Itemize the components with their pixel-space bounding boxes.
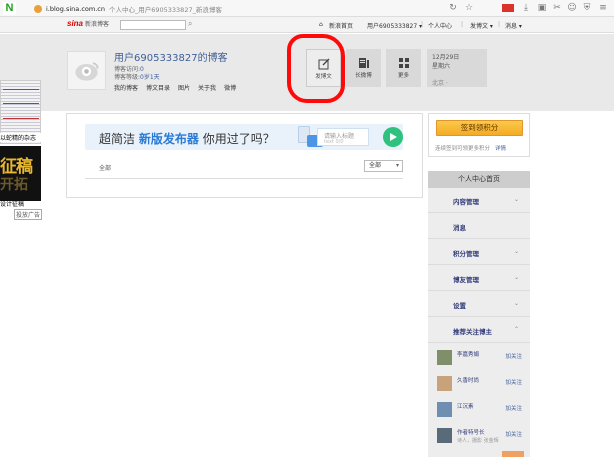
- follow-button[interactable]: 加关注: [505, 352, 522, 360]
- personal-center-home-link[interactable]: 个人中心首页: [428, 171, 530, 188]
- nav-about-me[interactable]: 关于我: [198, 83, 216, 92]
- more-button[interactable]: 更多: [386, 49, 421, 87]
- page-tab-title: 个人中心_用户6905333827_新浪博客: [108, 5, 222, 14]
- sidebar-item-messages[interactable]: 消息: [428, 214, 530, 239]
- user-icon[interactable]: ☺: [567, 3, 577, 13]
- date-text: 12月29日: [432, 54, 460, 61]
- nav-pictures[interactable]: 图片: [178, 83, 190, 92]
- sidebar-item-settings[interactable]: 设置 ⌄: [428, 292, 530, 317]
- chevron-down-icon: ⌄: [513, 248, 519, 255]
- home-icon[interactable]: ⌂: [319, 21, 323, 28]
- site-topbar: sina 新浪博客 ⌕ ⌂ 新浪首页 用户6905333827 ▾ | 个人中心 …: [0, 17, 614, 33]
- blog-nav: 我的博客 博文目录 图片 关于我 微博: [114, 83, 236, 92]
- recommended-blogger: 久香时尚 加关注: [428, 370, 530, 396]
- avatar[interactable]: [437, 428, 452, 443]
- avatar[interactable]: [67, 51, 106, 90]
- recommended-blogger: 作者特号长 诗人，摄影 张金辉 加关注: [428, 422, 530, 448]
- chevron-down-icon: ⌄: [513, 196, 519, 203]
- nav-article-list[interactable]: 博文目录: [146, 83, 170, 92]
- date-weather-box: 12月29日 星期六 北京 ·: [427, 49, 487, 87]
- sign-in-detail-link[interactable]: 详情: [495, 146, 506, 152]
- nav-weibo[interactable]: 微博: [224, 83, 236, 92]
- weekday-text: 星期六: [432, 63, 451, 70]
- red-highlight-circle: [287, 34, 345, 103]
- sign-in-points-button[interactable]: 签到领积分: [436, 120, 523, 136]
- avatar[interactable]: [437, 402, 452, 417]
- recommended-blogger: 李嘉秀娟 加关注: [428, 344, 530, 370]
- new-editor-promo-banner[interactable]: 超简洁 新版发布器 你用过了吗？ 请输入标题 text 0/0: [85, 124, 403, 150]
- blogger-name[interactable]: 作者特号长: [457, 428, 485, 436]
- topbar-link-user[interactable]: 用户6905333827 ▾: [367, 21, 422, 30]
- sign-in-note: 连续签到可领更多积分 详情: [435, 146, 507, 152]
- filter-select[interactable]: 全部 ▾: [364, 160, 403, 172]
- promo-title-mock-input: 请输入标题 text 0/0: [317, 128, 369, 146]
- topbar-separator: |: [498, 21, 501, 28]
- blogger-name[interactable]: 江沉素: [457, 402, 474, 410]
- left-ad-caption-1[interactable]: 以蛇精的杂志: [0, 133, 41, 142]
- topbar-link-home[interactable]: 新浪首页: [329, 21, 353, 30]
- browser-logo-icon: N: [3, 2, 16, 15]
- divider: [85, 178, 403, 179]
- chevron-up-icon: ⌃: [513, 326, 519, 333]
- sidebar-menu: 内容管理 ⌄ 消息 积分管理 ⌄ 博友管理 ⌄ 设置 ⌄ 推荐关注博主 ⌃ 李嘉…: [428, 188, 530, 457]
- search-icon[interactable]: ⌕: [188, 19, 192, 29]
- avatar[interactable]: [437, 350, 452, 365]
- screenshot-icon[interactable]: ✂: [552, 3, 562, 13]
- long-weibo-button[interactable]: 长微博: [346, 49, 381, 87]
- grid-icon: [398, 57, 410, 69]
- follow-button[interactable]: 加关注: [505, 430, 522, 438]
- shield-icon[interactable]: ⛨: [582, 3, 592, 13]
- follow-button[interactable]: 加关注: [505, 404, 522, 412]
- floating-tag[interactable]: [502, 451, 524, 457]
- bookmark-star-icon[interactable]: ☆: [464, 3, 474, 13]
- level-stat: 博客等级:0岁1天: [114, 74, 160, 81]
- topbar-link-messages[interactable]: 消息 ▾: [505, 21, 522, 30]
- browser-toolbar: N i.blog.sina.com.cn 个人中心_用户6905333827_新…: [0, 0, 614, 17]
- refresh-icon[interactable]: ↻: [448, 3, 458, 13]
- blogger-name[interactable]: 久香时尚: [457, 376, 479, 384]
- topbar-link-post[interactable]: 发博文 ▾: [470, 21, 493, 30]
- sina-blog-logo[interactable]: sina 新浪博客: [67, 19, 109, 28]
- blogger-description: 诗人，摄影 张金辉: [457, 438, 499, 444]
- flag-icon[interactable]: [502, 4, 514, 12]
- location-text[interactable]: 北京 ·: [432, 79, 482, 88]
- video-play-icon: [383, 127, 403, 147]
- topbar-separator: |: [421, 21, 424, 28]
- left-ad-image-2[interactable]: 征稿 开拓: [0, 146, 41, 201]
- chevron-down-icon: ⌄: [513, 300, 519, 307]
- left-ad-caption-3[interactable]: 投放广告: [14, 209, 43, 220]
- default-avatar-icon: [68, 52, 105, 89]
- blogger-name[interactable]: 李嘉秀娟: [457, 350, 479, 358]
- left-ad-caption-2[interactable]: 设计征稿: [0, 199, 41, 208]
- blog-title[interactable]: 用户6905333827的博客: [114, 49, 228, 64]
- site-favicon-icon: [34, 4, 42, 13]
- url-text: i.blog.sina.com.cn: [46, 4, 105, 13]
- filter-all-label[interactable]: 全部: [99, 163, 111, 172]
- promo-text: 超简洁 新版发布器 你用过了吗？: [99, 132, 275, 146]
- follow-button[interactable]: 加关注: [505, 378, 522, 386]
- sidebar-item-recommended[interactable]: 推荐关注博主 ⌃: [428, 318, 530, 343]
- topbar-link-center[interactable]: 个人中心: [428, 21, 452, 30]
- sidebar-item-content[interactable]: 内容管理 ⌄: [428, 188, 530, 213]
- nav-my-blog[interactable]: 我的博客: [114, 83, 138, 92]
- avatar[interactable]: [437, 376, 452, 391]
- sidebar-item-points[interactable]: 积分管理 ⌄: [428, 240, 530, 265]
- menu-icon[interactable]: ≡: [598, 3, 608, 13]
- sign-in-box: 签到领积分 连续签到可领更多积分 详情: [428, 113, 530, 157]
- recommended-blogger: 江沉素 加关注: [428, 396, 530, 422]
- topbar-separator: |: [461, 21, 464, 28]
- main-content-card: 超简洁 新版发布器 你用过了吗？ 请输入标题 text 0/0 全部 全部 ▾: [66, 113, 423, 198]
- address-bar[interactable]: i.blog.sina.com.cn 个人中心_用户6905333827_新浪博…: [34, 2, 462, 15]
- download-icon[interactable]: ⤓: [521, 3, 531, 13]
- chevron-down-icon: ▾: [395, 162, 399, 169]
- sidebar-item-friends[interactable]: 博友管理 ⌄: [428, 266, 530, 291]
- extension-icon[interactable]: ▣: [537, 3, 547, 13]
- chevron-down-icon: ⌄: [513, 274, 519, 281]
- article-icon: [358, 57, 370, 69]
- top-search-input[interactable]: [120, 20, 186, 30]
